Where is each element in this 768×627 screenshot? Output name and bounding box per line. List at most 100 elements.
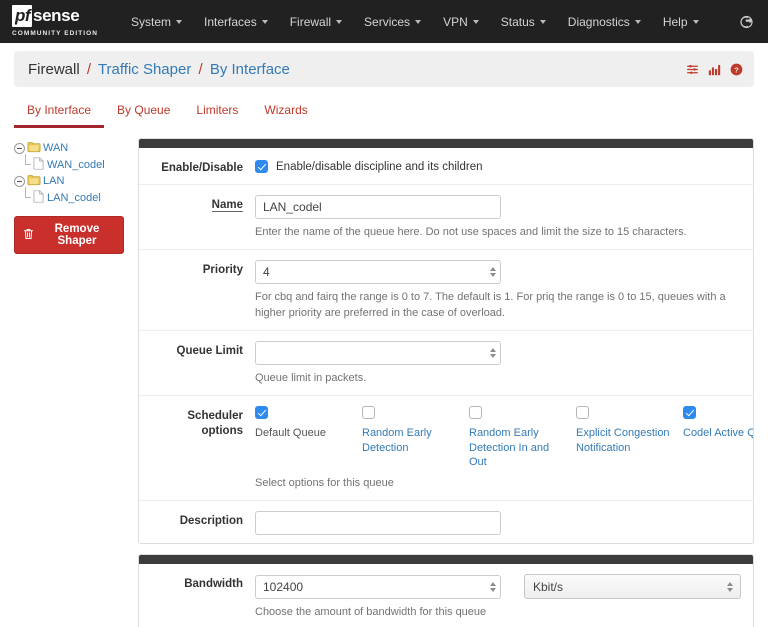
nav-item-interfaces[interactable]: Interfaces bbox=[193, 9, 279, 35]
chevron-down-icon bbox=[262, 20, 268, 24]
default-queue-label: Default Queue bbox=[255, 426, 362, 441]
codel-active-queue-checkbox[interactable] bbox=[683, 406, 696, 419]
form-row-enable: Enable/Disable Enable/disable discipline… bbox=[139, 148, 753, 185]
codel-active-queue-label[interactable]: Codel Active Queue bbox=[683, 426, 754, 441]
nav-item-label: Diagnostics bbox=[568, 15, 630, 29]
folder-icon bbox=[27, 174, 41, 189]
field-label-name: Name bbox=[139, 195, 255, 241]
random-early-detection-label[interactable]: Random Early Detection bbox=[362, 426, 469, 456]
tree-label-lan[interactable]: LAN bbox=[43, 175, 64, 187]
chevron-down-icon bbox=[540, 20, 546, 24]
spinner-icon[interactable] bbox=[490, 267, 496, 277]
queue-limit-stepper bbox=[255, 341, 501, 365]
field-label-priority: Priority bbox=[139, 260, 255, 322]
tree-label-wan[interactable]: WAN bbox=[43, 142, 68, 154]
nav-item-diagnostics[interactable]: Diagnostics bbox=[557, 9, 652, 35]
tab-by-interface[interactable]: By Interface bbox=[14, 97, 104, 128]
tab-by-queue[interactable]: By Queue bbox=[104, 97, 183, 128]
tree-children-wan: WAN_codel bbox=[14, 156, 124, 173]
random-early-detection-checkbox[interactable] bbox=[362, 406, 375, 419]
field-label-scheduler-options: Scheduler options bbox=[139, 406, 255, 492]
nav-item-label: Interfaces bbox=[204, 15, 257, 29]
remove-shaper-label: Remove Shaper bbox=[39, 223, 115, 247]
nav-item-help[interactable]: Help bbox=[652, 9, 710, 35]
field-control-description bbox=[255, 511, 741, 535]
random-early-detection-io-label[interactable]: Random Early Detection In and Out bbox=[469, 426, 576, 471]
explicit-congestion-notification-checkbox[interactable] bbox=[576, 406, 589, 419]
tree-label-wan-codel[interactable]: WAN_codel bbox=[47, 159, 105, 171]
random-early-detection-io-checkbox[interactable] bbox=[469, 406, 482, 419]
tree-children-lan: LAN_codel bbox=[14, 189, 124, 206]
tree-row-wan[interactable]: WAN bbox=[14, 140, 124, 156]
bandwidth-stepper bbox=[255, 575, 501, 599]
trash-icon bbox=[23, 228, 34, 243]
scheduler-option-rio[interactable]: Random Early Detection In and Out bbox=[469, 406, 576, 471]
spinner-icon[interactable] bbox=[490, 348, 496, 358]
spinner-down-icon[interactable] bbox=[490, 354, 496, 358]
tree-row-lan[interactable]: LAN bbox=[14, 173, 124, 189]
tab-label: Limiters bbox=[196, 103, 238, 117]
field-label-bandwidth: Bandwidth bbox=[139, 574, 255, 621]
tree-row-lan-codel[interactable]: LAN_codel bbox=[23, 189, 124, 206]
bandwidth-panel: Bandwidth Kbit/s bbox=[138, 554, 754, 627]
tab-bar: By Interface By Queue Limiters Wizards bbox=[0, 97, 768, 128]
breadcrumb-separator: / bbox=[87, 61, 91, 78]
spinner-down-icon[interactable] bbox=[490, 273, 496, 277]
tree-row-wan-codel[interactable]: WAN_codel bbox=[23, 156, 124, 173]
field-label-description: Description bbox=[139, 511, 255, 535]
name-input[interactable] bbox=[255, 195, 501, 219]
bandwidth-unit-select[interactable]: Kbit/s bbox=[524, 574, 741, 599]
breadcrumb-link-by-interface[interactable]: By Interface bbox=[210, 61, 290, 78]
file-icon bbox=[33, 157, 44, 173]
scheduler-option-default-queue[interactable]: Default Queue bbox=[255, 406, 362, 471]
scheduler-option-ecn[interactable]: Explicit Congestion Notification bbox=[576, 406, 683, 471]
pfsense-logo[interactable]: pf sense COMMUNITY EDITION bbox=[12, 5, 98, 39]
nav-item-system[interactable]: System bbox=[120, 9, 193, 35]
scheduler-option-red[interactable]: Random Early Detection bbox=[362, 406, 469, 471]
nav-item-firewall[interactable]: Firewall bbox=[279, 9, 353, 35]
scheduler-option-codel[interactable]: Codel Active Queue bbox=[683, 406, 754, 471]
default-queue-checkbox[interactable] bbox=[255, 406, 268, 419]
nav-item-services[interactable]: Services bbox=[353, 9, 432, 35]
spinner-up-icon[interactable] bbox=[490, 348, 496, 352]
nav-item-vpn[interactable]: VPN bbox=[432, 9, 490, 35]
nav-item-label: System bbox=[131, 15, 171, 29]
collapse-icon[interactable] bbox=[14, 176, 25, 187]
remove-shaper-button[interactable]: Remove Shaper bbox=[14, 216, 124, 254]
help-circle-icon[interactable]: ? bbox=[730, 63, 743, 76]
nav-item-status[interactable]: Status bbox=[490, 9, 557, 35]
enable-checkbox-group[interactable]: Enable/disable discipline and its childr… bbox=[255, 158, 741, 173]
breadcrumb-link-traffic-shaper[interactable]: Traffic Shaper bbox=[98, 61, 191, 78]
sliders-icon[interactable] bbox=[686, 63, 699, 76]
enable-checkbox[interactable] bbox=[255, 160, 268, 173]
collapse-icon[interactable] bbox=[14, 143, 25, 154]
breadcrumb-icons: ? bbox=[686, 63, 743, 76]
breadcrumb-text: Firewall / Traffic Shaper / By Interface bbox=[28, 61, 290, 78]
tab-limiters[interactable]: Limiters bbox=[183, 97, 251, 128]
explicit-congestion-notification-label[interactable]: Explicit Congestion Notification bbox=[576, 426, 683, 456]
priority-input[interactable] bbox=[255, 260, 501, 284]
select-up-icon bbox=[727, 582, 733, 586]
logo-sense-text: sense bbox=[33, 7, 79, 24]
tree-label-lan-codel[interactable]: LAN_codel bbox=[47, 192, 101, 204]
logout-icon[interactable] bbox=[739, 14, 754, 29]
nav-item-label: Services bbox=[364, 15, 410, 29]
folder-icon bbox=[27, 141, 41, 156]
queue-limit-input[interactable] bbox=[255, 341, 501, 365]
spinner-icon[interactable] bbox=[490, 582, 496, 592]
tree-node-wan: WAN WAN_codel bbox=[14, 140, 124, 173]
form-row-bandwidth: Bandwidth Kbit/s bbox=[139, 564, 753, 627]
bandwidth-unit-value: Kbit/s bbox=[533, 580, 563, 594]
spinner-down-icon[interactable] bbox=[490, 588, 496, 592]
select-down-icon bbox=[727, 588, 733, 592]
tab-wizards[interactable]: Wizards bbox=[251, 97, 320, 128]
help-text-scheduler-options: Select options for this queue bbox=[255, 476, 741, 492]
chart-bar-icon[interactable] bbox=[708, 63, 721, 76]
spinner-up-icon[interactable] bbox=[490, 267, 496, 271]
nav-menu: System Interfaces Firewall Services VPN … bbox=[120, 9, 710, 35]
nav-item-label: Status bbox=[501, 15, 535, 29]
spinner-up-icon[interactable] bbox=[490, 582, 496, 586]
description-input[interactable] bbox=[255, 511, 501, 535]
bandwidth-input[interactable] bbox=[255, 575, 501, 599]
main-region: WAN WAN_codel bbox=[0, 128, 768, 627]
